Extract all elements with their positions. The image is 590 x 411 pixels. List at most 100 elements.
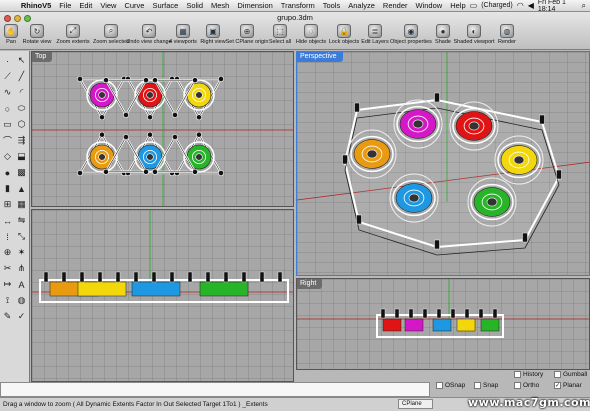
toolbar-edit-layers-button[interactable]: ≣ Edit Layers bbox=[360, 24, 390, 45]
cone-icon[interactable]: ▲ bbox=[15, 182, 28, 195]
toolbar-pan-button[interactable]: ✋ Pan bbox=[2, 24, 20, 45]
mirror-icon[interactable]: ⇋ bbox=[15, 214, 28, 227]
volume-icon[interactable]: ◀ bbox=[528, 1, 534, 10]
surface-icon[interactable]: ◇ bbox=[1, 150, 14, 163]
menu-surface[interactable]: Surface bbox=[148, 0, 182, 12]
ortho-option[interactable]: Ortho bbox=[514, 382, 539, 389]
snap-option[interactable]: Snap bbox=[474, 382, 498, 389]
osnap-checkbox[interactable] bbox=[436, 382, 443, 389]
split-icon[interactable]: ⋔ bbox=[15, 262, 28, 275]
mesh-icon[interactable]: ▦ bbox=[15, 198, 28, 211]
toolbar-rotate-view-button[interactable]: ↻ Rotate view bbox=[20, 24, 54, 45]
scale-icon[interactable]: ⤡ bbox=[15, 230, 28, 243]
fillet-icon[interactable]: ⌒ bbox=[1, 134, 14, 147]
dimension-icon[interactable]: ↦ bbox=[1, 278, 14, 291]
spotlight-icon[interactable]: ⌕ bbox=[582, 1, 586, 11]
top-frame-green-post bbox=[196, 131, 202, 138]
menu-analyze[interactable]: Analyze bbox=[344, 0, 379, 12]
toolbar-zoom-selected-button[interactable]: ⌕ Zoom selected bbox=[92, 24, 130, 45]
planar-option[interactable]: ✓ Planar bbox=[554, 382, 582, 389]
paint-icon[interactable]: ✎ bbox=[1, 310, 14, 323]
wifi-icon[interactable]: ◠ bbox=[517, 1, 524, 10]
point-icon[interactable]: · bbox=[1, 54, 14, 67]
battery-icon[interactable]: ▭ bbox=[470, 1, 478, 10]
rectangle-icon[interactable]: ▭ bbox=[1, 118, 14, 131]
history-checkbox[interactable] bbox=[514, 371, 521, 378]
gumball-checkbox[interactable] bbox=[554, 371, 561, 378]
menu-app[interactable]: RhinoV5 bbox=[17, 0, 55, 12]
menu-edit[interactable]: Edit bbox=[75, 0, 96, 12]
analyze-icon[interactable]: ⟟ bbox=[1, 294, 14, 307]
menu-status: ▭ (Charged) ◠ ◀ Fri Feb 1 18:14 ⌕ bbox=[470, 0, 590, 13]
gumball-option[interactable]: Gumball bbox=[554, 371, 587, 378]
array-icon[interactable]: ⁞ bbox=[1, 230, 14, 243]
text-icon[interactable]: A bbox=[15, 278, 28, 291]
join-icon[interactable]: ⊕ bbox=[1, 246, 14, 259]
circle-icon[interactable]: ○ bbox=[1, 102, 14, 115]
toolbar-lock-objects-button[interactable]: 🔒 Lock objects bbox=[328, 24, 360, 45]
cylinder-icon[interactable]: ▮ bbox=[1, 182, 14, 195]
osnap-option[interactable]: OSnap bbox=[436, 382, 465, 389]
right-post bbox=[478, 308, 484, 319]
toolbar-shade-button[interactable]: ● Shade bbox=[432, 24, 454, 45]
toolbar-set-cplane-origin-button[interactable]: ⊕ Set CPlane origin bbox=[226, 24, 268, 45]
toolbar-render-button[interactable]: ◍ Render bbox=[494, 24, 520, 45]
menu-curve[interactable]: Curve bbox=[120, 0, 148, 12]
render-tool-icon[interactable]: ◍ bbox=[15, 294, 28, 307]
ellipse-icon[interactable]: ⬭ bbox=[15, 102, 28, 115]
cplane-selector[interactable]: CPlane bbox=[398, 399, 433, 409]
toolbar-zoom-extents-button[interactable]: ⤢ Zoom extents bbox=[54, 24, 92, 45]
curve-icon[interactable]: ∿ bbox=[1, 86, 14, 99]
toolbar-hide-objects-button[interactable]: ◌ Hide objects bbox=[294, 24, 328, 45]
sphere-icon[interactable]: ● bbox=[1, 166, 14, 179]
menu-dimension[interactable]: Dimension bbox=[233, 0, 276, 12]
toolbar-object-properties-button[interactable]: ◉ Object properties bbox=[390, 24, 432, 45]
offset-icon[interactable]: ⇶ bbox=[15, 134, 28, 147]
viewport-top[interactable]: Top bbox=[31, 51, 294, 207]
planar-checkbox[interactable]: ✓ bbox=[554, 382, 561, 389]
trim-icon[interactable]: ✂ bbox=[1, 262, 14, 275]
check-icon[interactable]: ✓ bbox=[15, 310, 28, 323]
polygon-icon[interactable]: ⬡ bbox=[15, 118, 28, 131]
ortho-checkbox[interactable] bbox=[514, 382, 521, 389]
explode-icon[interactable]: ✶ bbox=[15, 246, 28, 259]
boolean-icon[interactable]: ⊞ bbox=[1, 198, 14, 211]
top-frame-link-1-post bbox=[103, 77, 109, 84]
extrude-icon[interactable]: ⬓ bbox=[15, 150, 28, 163]
menu-view[interactable]: View bbox=[96, 0, 120, 12]
toolbar-shaded-viewport-button[interactable]: ◐ Shaded viewport bbox=[454, 24, 495, 45]
viewport-right[interactable]: Right bbox=[296, 278, 590, 370]
polyline-icon[interactable]: ⟋ bbox=[1, 70, 14, 83]
shaded-viewport-icon: ◐ bbox=[467, 24, 481, 38]
viewport-front[interactable] bbox=[31, 209, 294, 382]
box-icon[interactable]: ▩ bbox=[15, 166, 28, 179]
menu-transform[interactable]: Transform bbox=[277, 0, 319, 12]
top-frame-magenta-post bbox=[77, 76, 83, 82]
toolbar-button-label: Shade bbox=[435, 39, 451, 45]
menu-solid[interactable]: Solid bbox=[182, 0, 207, 12]
history-option[interactable]: History bbox=[514, 371, 543, 378]
top-frame-link-3-post bbox=[143, 168, 149, 175]
command-input[interactable] bbox=[0, 382, 430, 397]
menu-file[interactable]: File bbox=[55, 0, 75, 12]
clock[interactable]: Fri Feb 1 18:14 bbox=[538, 0, 578, 13]
transform-icon[interactable]: ↔ bbox=[1, 214, 14, 227]
menu-mesh[interactable]: Mesh bbox=[207, 0, 233, 12]
menu-tools[interactable]: Tools bbox=[319, 0, 345, 12]
toolbar-select-all-button[interactable]: ⬚ Select all bbox=[266, 24, 294, 45]
viewport-label-right[interactable]: Right bbox=[297, 279, 323, 289]
viewport-label-perspective[interactable]: Perspective bbox=[297, 52, 343, 62]
toolbar-4-viewports-button[interactable]: ▦ 4 viewports bbox=[168, 24, 198, 45]
viewport-perspective[interactable]: Perspective bbox=[296, 51, 590, 276]
arc-icon[interactable]: ◜ bbox=[15, 86, 28, 99]
select-icon[interactable]: ↖ bbox=[15, 54, 28, 67]
viewport-label-top[interactable]: Top bbox=[32, 52, 53, 62]
menu-help[interactable]: Help bbox=[446, 0, 469, 12]
menu-render[interactable]: Render bbox=[379, 0, 412, 12]
snap-checkbox[interactable] bbox=[474, 382, 481, 389]
toolbar-right-view-button[interactable]: ▣ Right view bbox=[198, 24, 228, 45]
menu-window[interactable]: Window bbox=[412, 0, 447, 12]
line-icon[interactable]: ╱ bbox=[15, 70, 28, 83]
toolbar-undo-view-change-button[interactable]: ↶ Undo view change bbox=[126, 24, 172, 45]
top-frame-link-4-post bbox=[192, 168, 198, 175]
